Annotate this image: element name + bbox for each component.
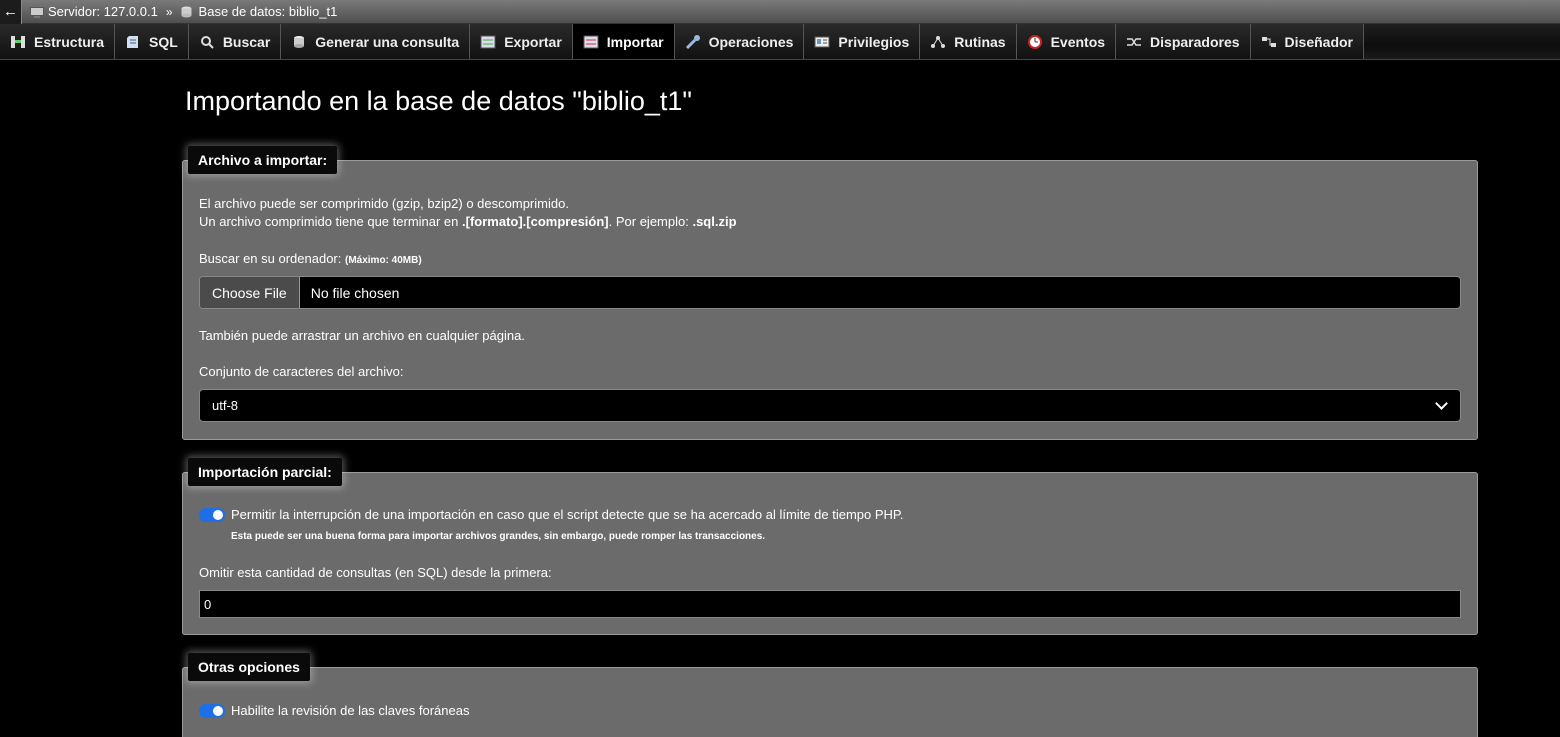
sql-icon (125, 35, 141, 49)
skip-queries-label: Omitir esta cantidad de consultas (en SQ… (199, 565, 552, 580)
other-options-section: Otras opciones Habilite la revisión de l… (182, 653, 1478, 737)
privileges-icon (814, 35, 830, 49)
structure-icon (10, 35, 26, 49)
events-icon (1027, 34, 1043, 49)
routines-icon (930, 35, 946, 49)
charset-label: Conjunto de caracteres del archivo: (199, 364, 404, 379)
file-input[interactable]: Choose File No file chosen (199, 276, 1461, 309)
breadcrumb-server-label: Servidor: 127.0.0.1 (48, 4, 158, 19)
search-icon (199, 35, 215, 49)
breadcrumb-server[interactable]: Servidor: 127.0.0.1 (30, 4, 158, 19)
tab-exportar[interactable]: Exportar (470, 24, 573, 59)
compression-info: El archivo puede ser comprimido (gzip, b… (199, 196, 569, 211)
triggers-icon (1126, 35, 1142, 49)
allow-interrupt-hint: Esta puede ser una buena forma para impo… (231, 531, 766, 542)
compression-format-info: Un archivo comprimido tiene que terminar… (199, 214, 737, 229)
chevron-down-icon (1435, 397, 1448, 410)
browse-label: Buscar en su ordenador: (Máximo: 40MB) (199, 251, 422, 266)
file-import-section: Archivo a importar: El archivo puede ser… (182, 146, 1478, 440)
breadcrumb-database[interactable]: Base de datos: biblio_t1 (181, 4, 338, 19)
server-icon (30, 6, 44, 18)
breadcrumb-separator: » (165, 4, 173, 19)
tab-operaciones[interactable]: Operaciones (674, 24, 805, 59)
partial-section-legend: Importación parcial: (188, 458, 342, 486)
wrench-icon (685, 34, 701, 49)
page-title: Importando en la base de datos "biblio_t… (185, 86, 693, 116)
breadcrumb-database-label: Base de datos: biblio_t1 (198, 4, 338, 19)
allow-interrupt-label: Permitir la interrupción de una importac… (231, 507, 904, 522)
export-icon (480, 35, 496, 49)
drag-hint: También puede arrastrar un archivo en cu… (199, 328, 525, 343)
file-section-legend: Archivo a importar: (188, 146, 338, 174)
designer-icon (1261, 35, 1277, 49)
charset-value: utf-8 (212, 398, 239, 413)
fk-check-label: Habilite la revisión de las claves forán… (231, 703, 470, 718)
tab-sql[interactable]: SQL (115, 24, 189, 59)
skip-queries-input[interactable]: 0 (199, 590, 1461, 618)
back-arrow-icon[interactable]: ← (0, 0, 22, 24)
tab-rutinas[interactable]: Rutinas (920, 24, 1017, 59)
fk-check-toggle[interactable] (199, 704, 225, 718)
max-size: (Máximo: 40MB) (345, 255, 422, 266)
tab-bar: Estructura SQL Buscar Generar una consul… (0, 24, 1560, 60)
breadcrumb: ← Servidor: 127.0.0.1 » Base de datos: b… (0, 0, 1560, 24)
charset-select[interactable]: utf-8 (199, 389, 1461, 422)
tab-buscar[interactable]: Buscar (188, 24, 282, 59)
partial-import-section: Importación parcial: Permitir la interru… (182, 458, 1478, 635)
choose-file-button[interactable]: Choose File (200, 277, 300, 308)
tab-importar[interactable]: Importar (572, 24, 675, 59)
tab-disenador[interactable]: Diseñador (1250, 24, 1364, 59)
database-icon (181, 6, 195, 18)
tab-generar-consulta[interactable]: Generar una consulta (281, 24, 471, 59)
import-icon (583, 35, 599, 49)
tab-eventos[interactable]: Eventos (1016, 24, 1117, 59)
allow-interrupt-toggle[interactable] (199, 508, 225, 522)
query-icon (291, 35, 307, 49)
other-section-legend: Otras opciones (188, 653, 310, 681)
tab-disparadores[interactable]: Disparadores (1116, 24, 1251, 59)
tab-estructura[interactable]: Estructura (0, 24, 116, 59)
file-status: No file chosen (310, 284, 400, 301)
tab-privilegios[interactable]: Privilegios (804, 24, 921, 59)
